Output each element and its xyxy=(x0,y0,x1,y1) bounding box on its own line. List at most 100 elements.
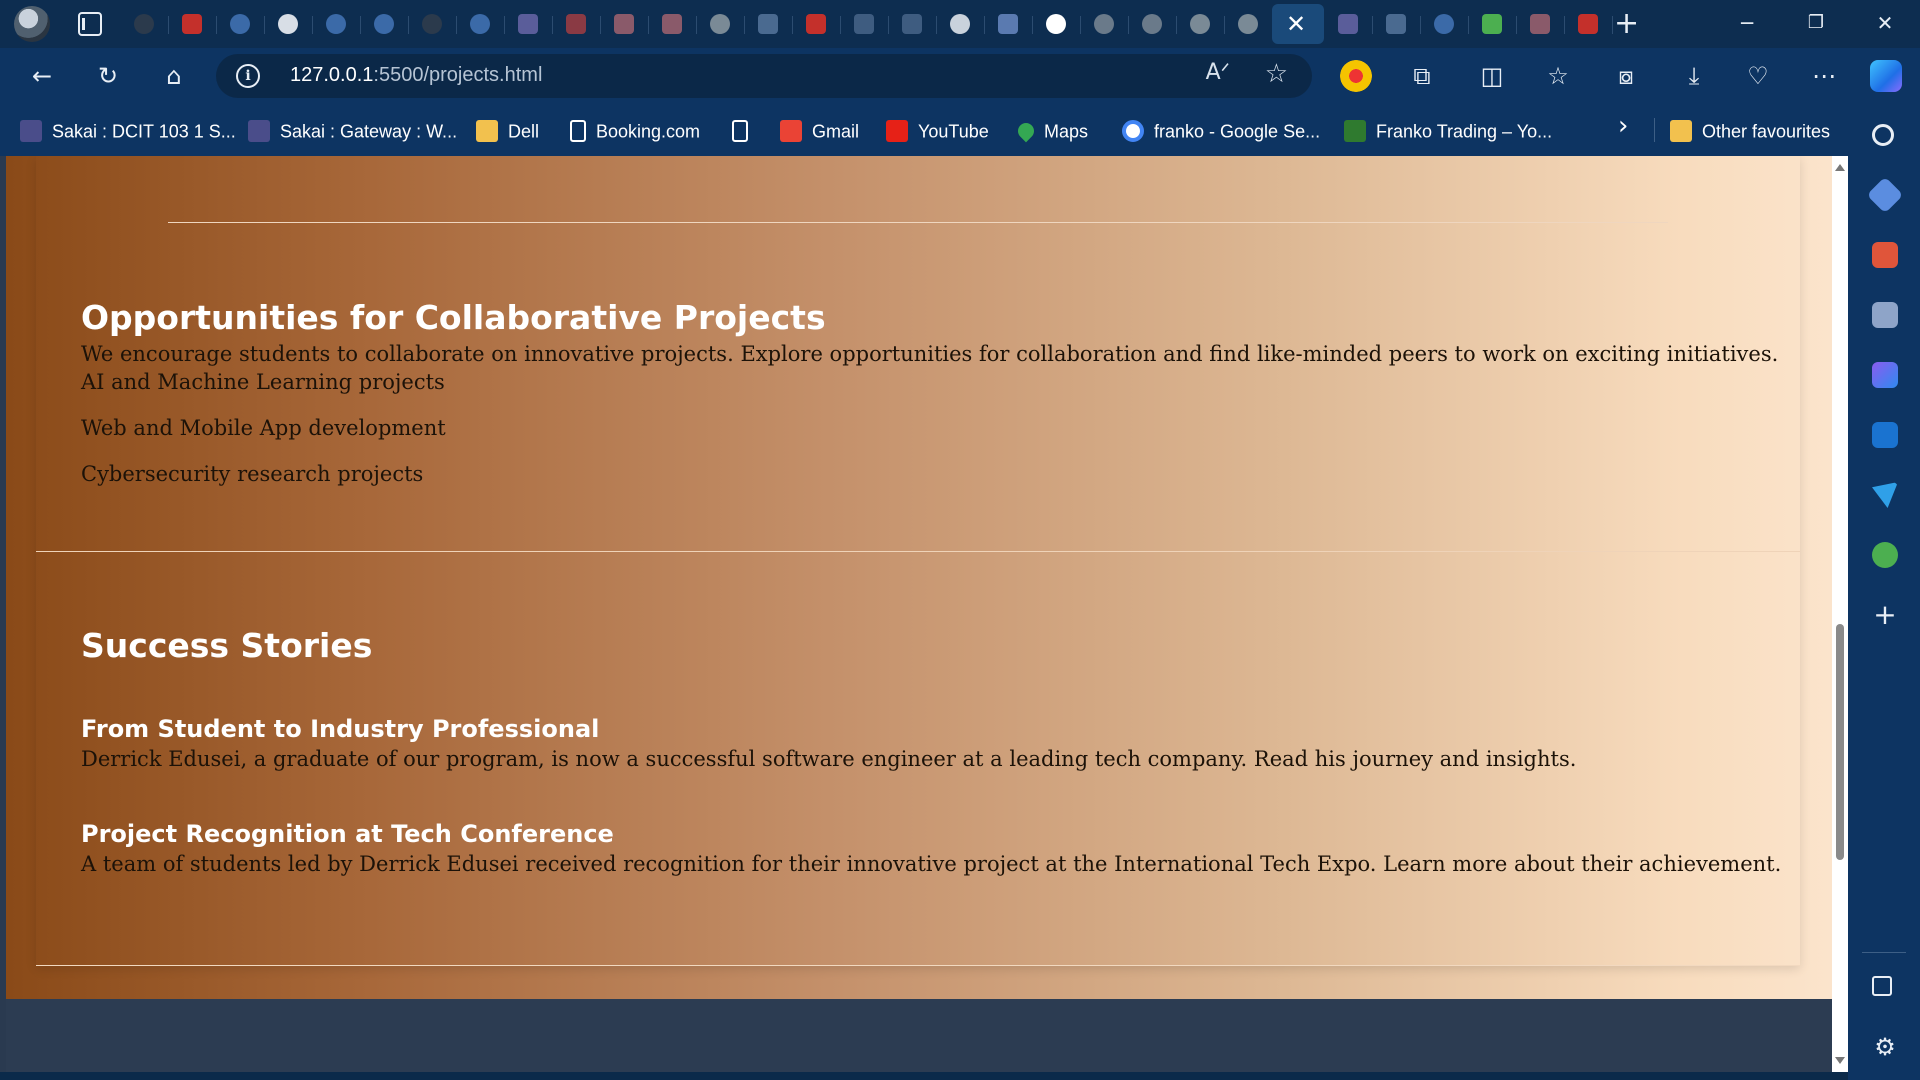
browser-tab[interactable] xyxy=(1224,4,1273,44)
browser-tab[interactable] xyxy=(216,4,265,44)
browser-tab[interactable] xyxy=(504,4,553,44)
browser-tab[interactable] xyxy=(456,4,505,44)
story-text-2: A team of students led by Derrick Edusei… xyxy=(81,852,1782,876)
collab-section-title: Opportunities for Collaborative Projects xyxy=(81,298,826,337)
split-screen-icon[interactable]: ◫ xyxy=(1474,58,1510,94)
browser-tab[interactable] xyxy=(696,4,745,44)
bookmark-item[interactable]: Sakai : Gateway : W... xyxy=(248,116,457,144)
minimize-button[interactable]: ─ xyxy=(1712,0,1782,48)
bookmark-item[interactable]: Franko Trading – Yo... xyxy=(1344,116,1552,144)
search-icon xyxy=(470,14,490,34)
workspaces-icon[interactable] xyxy=(78,12,102,36)
restore-button[interactable]: ❐ xyxy=(1781,0,1851,48)
divider-top xyxy=(168,222,1668,223)
browser-tab[interactable]: ✕ xyxy=(1272,4,1324,44)
browser-tab[interactable] xyxy=(888,4,937,44)
page-scrollbar[interactable] xyxy=(1832,156,1848,1072)
close-window-button[interactable]: ✕ xyxy=(1850,0,1920,48)
tree-icon[interactable] xyxy=(1872,542,1898,568)
scrollbar-thumb[interactable] xyxy=(1836,624,1844,860)
refresh-icon[interactable]: ↻ xyxy=(90,58,126,94)
bookmark-item[interactable]: Maps xyxy=(1014,116,1088,144)
split-view-icon[interactable] xyxy=(1872,976,1892,996)
browser-tab[interactable] xyxy=(1324,4,1373,44)
browser-tab[interactable] xyxy=(1564,4,1613,44)
bookmark-item[interactable]: Dell xyxy=(476,116,539,144)
browser-tab[interactable] xyxy=(1176,4,1225,44)
browser-tab[interactable] xyxy=(1032,4,1081,44)
bookmark-item[interactable]: Sakai : DCIT 103 1 S... xyxy=(20,116,236,144)
browser-tab[interactable] xyxy=(1372,4,1421,44)
browser-tab[interactable] xyxy=(1468,4,1517,44)
browser-tab[interactable] xyxy=(360,4,409,44)
browser-tab[interactable] xyxy=(1420,4,1469,44)
bookmark-item[interactable] xyxy=(732,116,758,144)
site-info-icon[interactable]: i xyxy=(236,64,260,88)
gmail-icon xyxy=(780,120,802,143)
downloads-icon[interactable]: ⤓ xyxy=(1676,58,1712,94)
address-bar[interactable]: i 127.0.0.1:5500/projects.html A︎ᐟ ☆ xyxy=(216,54,1312,98)
search-icon xyxy=(230,14,250,34)
maps-icon xyxy=(1014,119,1038,143)
toolbox-icon[interactable] xyxy=(1872,242,1898,268)
home-icon[interactable]: ⌂ xyxy=(156,58,192,94)
github-icon xyxy=(422,14,442,34)
browser-tab[interactable] xyxy=(408,4,457,44)
browser-tab[interactable] xyxy=(1128,4,1177,44)
copilot-icon[interactable] xyxy=(1870,60,1902,92)
page-footer xyxy=(6,999,1832,1072)
favorite-star-icon[interactable]: ☆ xyxy=(1265,59,1288,89)
read-aloud-icon[interactable]: A︎ᐟ xyxy=(1206,60,1230,85)
favorites-icon[interactable]: ☆ xyxy=(1540,58,1576,94)
performance-icon[interactable]: ♡ xyxy=(1740,58,1776,94)
copilot-sidebar-icon[interactable] xyxy=(1872,362,1898,388)
back-icon[interactable]: ← xyxy=(24,58,60,94)
more-menu-icon[interactable]: ⋯ xyxy=(1806,58,1842,94)
youtube-icon xyxy=(566,14,586,34)
settings-icon[interactable]: ⚙ xyxy=(1872,1034,1898,1060)
scroll-up-arrow-icon[interactable] xyxy=(1835,164,1845,171)
bookmark-item[interactable]: Booking.com xyxy=(570,116,700,144)
bookmark-item[interactable]: franko - Google Se... xyxy=(1122,116,1320,144)
github-icon xyxy=(1094,14,1114,34)
browser-tab[interactable] xyxy=(264,4,313,44)
browser-tab[interactable] xyxy=(1080,4,1129,44)
add-icon[interactable]: + xyxy=(1872,601,1898,630)
browser-tab[interactable] xyxy=(744,4,793,44)
profile-avatar[interactable] xyxy=(14,6,50,42)
collab-intro: We encourage students to collaborate on … xyxy=(81,342,1779,366)
search-icon[interactable] xyxy=(1872,124,1894,146)
browser-tab[interactable] xyxy=(984,4,1033,44)
send-icon[interactable] xyxy=(1872,482,1898,508)
browser-tab[interactable] xyxy=(168,4,217,44)
success-section-title: Success Stories xyxy=(81,626,373,665)
bookmarks-overflow-chevron-icon[interactable]: › xyxy=(1618,112,1628,140)
tab-separator xyxy=(1612,16,1613,34)
story-title-1: From Student to Industry Professional xyxy=(81,715,600,743)
flag-icon xyxy=(902,14,922,34)
close-tab-icon[interactable]: ✕ xyxy=(1286,10,1306,38)
extensions-puzzle-icon[interactable]: ⧉ xyxy=(1404,58,1440,94)
browser-tab[interactable] xyxy=(552,4,601,44)
browser-tab[interactable] xyxy=(840,4,889,44)
scroll-down-arrow-icon[interactable] xyxy=(1835,1057,1845,1064)
browser-tab[interactable] xyxy=(312,4,361,44)
browser-tab[interactable] xyxy=(600,4,649,44)
pdf-icon xyxy=(614,14,634,34)
extension-icon[interactable] xyxy=(1340,60,1372,92)
browser-tab[interactable] xyxy=(120,4,169,44)
shopping-tag-icon[interactable] xyxy=(1866,176,1904,214)
new-tab-button[interactable]: + xyxy=(1614,6,1639,41)
browser-tab[interactable] xyxy=(648,4,697,44)
collections-icon[interactable]: ⧇ xyxy=(1608,58,1644,94)
browser-tab[interactable] xyxy=(936,4,985,44)
chess-icon[interactable] xyxy=(1872,302,1898,328)
other-favourites-folder[interactable]: Other favourites xyxy=(1670,116,1830,144)
browser-tab[interactable] xyxy=(1516,4,1565,44)
bookmark-item[interactable]: Gmail xyxy=(780,116,859,144)
url-text[interactable]: 127.0.0.1:5500/projects.html xyxy=(290,64,542,87)
outlook-icon[interactable] xyxy=(1872,422,1898,448)
browser-tab[interactable] xyxy=(792,4,841,44)
youtube-icon xyxy=(1578,14,1598,34)
bookmark-item[interactable]: YouTube xyxy=(886,116,989,144)
